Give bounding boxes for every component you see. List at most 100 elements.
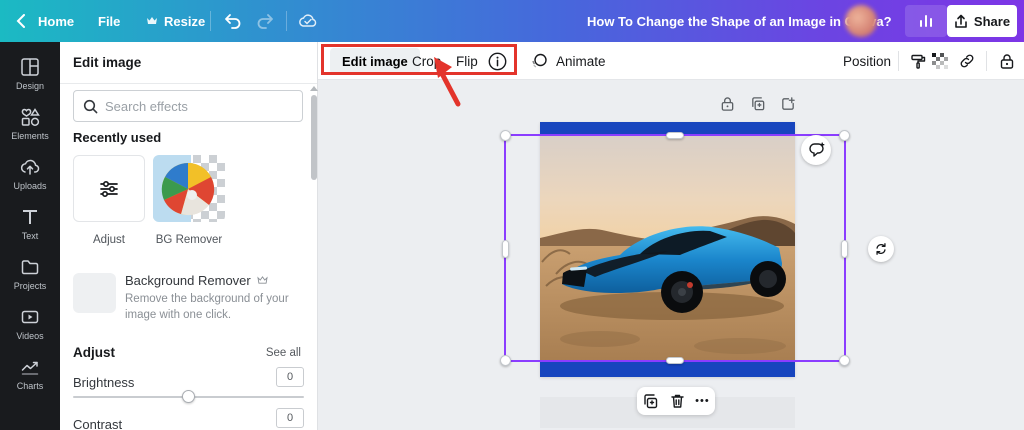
sidebar-item-text[interactable]: Text bbox=[0, 198, 60, 248]
redo-icon bbox=[256, 13, 274, 29]
more-options-button[interactable]: ••• bbox=[695, 395, 710, 407]
recent-item-label: BG Remover bbox=[153, 234, 225, 246]
canvas-area[interactable]: ••• bbox=[318, 80, 1024, 430]
styles-button[interactable] bbox=[910, 42, 927, 80]
selection-handle-bottom-right[interactable] bbox=[839, 355, 850, 366]
background-remover-thumbnail[interactable] bbox=[73, 273, 116, 313]
selection-handle-left[interactable] bbox=[502, 240, 509, 258]
sidebar-item-label: Design bbox=[16, 81, 44, 91]
background-remover-description: Remove the background of your image with… bbox=[125, 291, 305, 323]
toolbar-divider bbox=[986, 51, 987, 71]
contrast-value-input[interactable] bbox=[276, 408, 304, 428]
edit-image-tab-label: Edit image bbox=[342, 54, 408, 69]
paint-roller-icon bbox=[910, 53, 927, 70]
crown-icon bbox=[146, 16, 158, 26]
menu-home-label: Home bbox=[38, 14, 74, 29]
add-page-icon[interactable] bbox=[780, 96, 796, 112]
delete-element-icon[interactable] bbox=[670, 393, 685, 409]
animate-button-label: Animate bbox=[556, 54, 606, 69]
panel-scrollbar[interactable] bbox=[311, 95, 317, 180]
share-upload-icon bbox=[954, 14, 968, 29]
sidebar-item-design[interactable]: Design bbox=[0, 48, 60, 98]
recent-item-label: Adjust bbox=[73, 234, 145, 246]
selection-handle-bottom-left[interactable] bbox=[500, 355, 511, 366]
top-bar: Home File Resize How To Change the Shape… bbox=[0, 0, 1024, 42]
lock-icon bbox=[999, 53, 1015, 70]
sidebar-item-label: Projects bbox=[14, 281, 47, 291]
undo-button[interactable] bbox=[224, 0, 242, 42]
lock-button[interactable] bbox=[999, 42, 1015, 80]
page-blue-strip-bottom[interactable] bbox=[540, 362, 795, 377]
sidebar-item-label: Uploads bbox=[13, 181, 46, 191]
transparency-button[interactable] bbox=[932, 42, 948, 80]
search-icon bbox=[83, 99, 98, 114]
selection-handle-right[interactable] bbox=[841, 240, 848, 258]
selection-handle-top-left[interactable] bbox=[500, 130, 511, 141]
position-button-label: Position bbox=[843, 54, 891, 69]
redo-button[interactable] bbox=[256, 0, 274, 42]
link-icon bbox=[958, 52, 976, 70]
sidebar-item-label: Elements bbox=[11, 131, 49, 141]
sidebar-item-uploads[interactable]: Uploads bbox=[0, 148, 60, 198]
menu-resize-label: Resize bbox=[164, 14, 205, 29]
selection-handle-top-right[interactable] bbox=[839, 130, 850, 141]
position-button[interactable]: Position bbox=[843, 42, 891, 80]
see-all-link[interactable]: See all bbox=[266, 347, 301, 359]
panel-title: Edit image bbox=[60, 42, 317, 84]
toolbar-divider bbox=[898, 51, 899, 71]
selection-handle-bottom[interactable] bbox=[666, 357, 684, 364]
brightness-slider-handle[interactable] bbox=[182, 390, 195, 403]
sliders-icon bbox=[96, 176, 122, 202]
brightness-value-input[interactable] bbox=[276, 367, 304, 387]
edit-image-tab[interactable]: Edit image bbox=[330, 48, 420, 74]
scrollbar-up-arrow[interactable] bbox=[310, 86, 318, 91]
avatar[interactable] bbox=[845, 5, 877, 37]
crop-button[interactable]: Crop bbox=[412, 42, 441, 80]
menu-home[interactable]: Home bbox=[38, 0, 74, 42]
duplicate-page-icon[interactable] bbox=[750, 96, 766, 112]
flip-rotate-handle[interactable] bbox=[868, 236, 894, 262]
sync-arrows-icon bbox=[874, 242, 888, 256]
sidebar-item-videos[interactable]: Videos bbox=[0, 298, 60, 348]
folder-icon bbox=[19, 256, 41, 278]
info-icon bbox=[488, 52, 507, 71]
back-button[interactable] bbox=[16, 0, 26, 42]
animate-button[interactable]: Animate bbox=[530, 42, 606, 80]
cloud-check-icon bbox=[298, 13, 318, 29]
cloud-saved-indicator bbox=[298, 0, 318, 42]
animate-icon bbox=[530, 52, 548, 70]
selection-handle-top[interactable] bbox=[666, 132, 684, 139]
selection-box[interactable] bbox=[504, 134, 846, 362]
flip-button-label: Flip bbox=[456, 54, 478, 69]
sidebar-item-label: Videos bbox=[16, 331, 43, 341]
insights-button[interactable] bbox=[905, 5, 947, 37]
comment-button[interactable] bbox=[801, 135, 831, 165]
recent-effect-adjust[interactable] bbox=[73, 155, 145, 222]
link-button[interactable] bbox=[958, 42, 976, 80]
sidebar-item-charts[interactable]: Charts bbox=[0, 348, 60, 398]
menu-resize[interactable]: Resize bbox=[146, 0, 205, 42]
menu-file-label: File bbox=[98, 14, 120, 29]
uploads-icon bbox=[19, 156, 41, 178]
adjust-section-heading: Adjust bbox=[73, 345, 115, 360]
share-button[interactable]: Share bbox=[947, 5, 1017, 37]
lock-page-icon[interactable] bbox=[720, 96, 735, 112]
brightness-label: Brightness bbox=[73, 375, 134, 390]
video-icon bbox=[19, 306, 41, 328]
text-icon bbox=[19, 206, 41, 228]
search-effects-input[interactable] bbox=[105, 99, 293, 114]
undo-icon bbox=[224, 13, 242, 29]
sidebar-item-elements[interactable]: Elements bbox=[0, 98, 60, 148]
sidebar-item-projects[interactable]: Projects bbox=[0, 248, 60, 298]
menu-file[interactable]: File bbox=[98, 0, 120, 42]
transparency-checker-icon bbox=[932, 53, 948, 69]
comment-plus-icon bbox=[808, 142, 825, 158]
search-effects-box[interactable] bbox=[73, 90, 303, 122]
recently-used-heading: Recently used bbox=[73, 130, 161, 145]
recent-effect-bg-remover[interactable] bbox=[153, 155, 225, 222]
duplicate-element-icon[interactable] bbox=[642, 393, 659, 410]
info-button[interactable] bbox=[488, 42, 507, 80]
element-context-toolbar: ••• bbox=[637, 387, 715, 415]
flip-button[interactable]: Flip bbox=[456, 42, 478, 80]
background-remover-item[interactable]: Background Remover bbox=[125, 273, 268, 288]
